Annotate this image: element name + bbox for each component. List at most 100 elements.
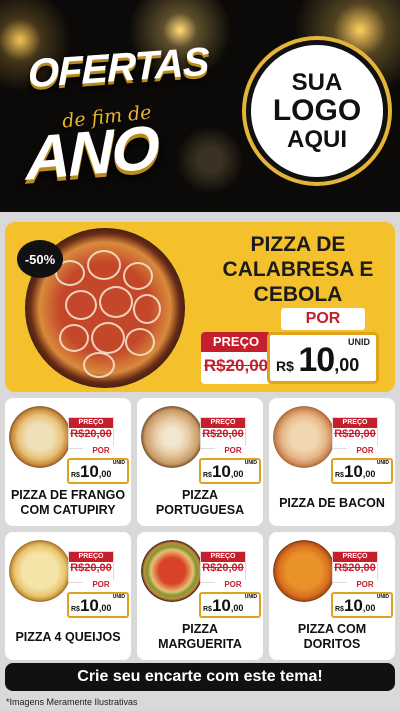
unit-label: UNID: [112, 460, 125, 466]
pizza-image: [273, 406, 335, 468]
price-integer: 10: [343, 462, 363, 481]
logo-placeholder[interactable]: SUA LOGO AQUI: [246, 40, 388, 182]
featured-title-line: PIZZA DE: [250, 233, 346, 256]
old-price: R$20,00: [70, 562, 112, 574]
product-card[interactable]: PREÇO R$20,00 POR UNID R$10,00 PIZZA 4 QUE…: [5, 532, 131, 660]
old-price-tag: PREÇO R$20,00: [201, 552, 245, 582]
logo-text-sua: SUA: [291, 69, 343, 97]
pizza-image: [141, 406, 203, 468]
product-name: PIZZA COM DORITOS: [271, 622, 393, 652]
title-ofertas: OFERTAS: [28, 39, 209, 97]
new-price: UNID R$10,00: [67, 592, 129, 618]
new-price-box: POR UNID R$ 10,00: [267, 308, 379, 386]
price-value: R$10,00: [335, 462, 375, 482]
product-name-line: PIZZA: [181, 622, 219, 636]
product-name-line: PIZZA DE BACON: [279, 496, 385, 510]
featured-title-line: CEBOLA: [253, 283, 343, 307]
price-value: R$10,00: [71, 462, 111, 482]
price-integer: 10: [298, 341, 335, 379]
product-card[interactable]: PREÇO R$20,00 POR UNID R$10,00 PIZZA MARGUE…: [137, 532, 263, 660]
title-ano: ANO: [26, 113, 158, 194]
preco-label: PREÇO: [333, 418, 377, 428]
old-price-tag: PREÇO R$20,00: [333, 552, 377, 582]
old-price: R$20,00: [334, 562, 376, 574]
price-integer: 10: [211, 462, 231, 481]
old-price: R$20,00: [202, 428, 244, 440]
discount-badge: -50%: [17, 240, 63, 278]
price-currency: R$: [71, 472, 80, 479]
old-price-tag: PREÇO R$20,00: [69, 418, 113, 448]
product-name-line: PIZZA COM: [297, 622, 367, 636]
price-cents: ,00: [230, 603, 244, 613]
price-currency: R$: [71, 606, 80, 613]
preco-label: PREÇO: [333, 552, 377, 562]
product-card[interactable]: PREÇO R$20,00 POR UNID R$10,00 PIZZA PORTUG…: [137, 398, 263, 526]
offers-title: OFERTAS de fim de ANO: [22, 40, 208, 194]
new-price: UNID R$10,00: [331, 458, 393, 484]
price-currency: R$: [203, 606, 212, 613]
unit-label: UNID: [244, 460, 257, 466]
unit-label: UNID: [376, 594, 389, 600]
product-name-line: DORITOS: [303, 637, 361, 651]
price-value: R$10,00: [203, 462, 243, 482]
pizza-image: [141, 540, 203, 602]
old-price-tag: PREÇO R$20,00: [201, 418, 245, 448]
price-cents: ,00: [362, 603, 376, 613]
preco-label: PREÇO: [201, 332, 271, 352]
old-price: R$20,00: [70, 428, 112, 440]
price-integer: 10: [79, 462, 99, 481]
preco-label: PREÇO: [69, 552, 113, 562]
unit-label: UNID: [376, 460, 389, 466]
featured-title: PIZZA DE CALABRESA E CEBOLA: [205, 232, 391, 308]
product-name: PIZZA 4 QUEIJOS: [7, 630, 129, 645]
product-card[interactable]: PREÇO R$20,00 POR UNID R$10,00 PIZZA COM DO…: [269, 532, 395, 660]
product-name-line: PIZZA: [181, 488, 219, 502]
price-cents: ,00: [98, 603, 112, 613]
product-name-line: PIZZA DE FRANGO: [10, 488, 126, 502]
product-name-line: PIZZA 4 QUEIJOS: [15, 630, 121, 644]
product-name-line: PORTUGUESA: [155, 503, 245, 517]
pizza-image: [9, 406, 71, 468]
product-name-line: COM CATUPIRY: [20, 503, 116, 517]
old-price-tag: PREÇO R$20,00: [201, 332, 271, 384]
header-banner: OFERTAS de fim de ANO SUA LOGO AQUI: [0, 0, 400, 212]
price-cents: ,00: [334, 355, 360, 375]
logo-text-aqui: AQUI: [287, 125, 347, 153]
product-name: PIZZA DE BACON: [271, 496, 393, 511]
product-card[interactable]: PREÇO R$20,00 POR UNID R$10,00 PIZZA DE FR…: [5, 398, 131, 526]
price-cents: ,00: [230, 469, 244, 479]
product-name: PIZZA MARGUERITA: [139, 622, 261, 652]
por-label: POR: [215, 446, 251, 456]
new-price: UNID R$10,00: [331, 592, 393, 618]
por-label: POR: [83, 446, 119, 456]
new-price: UNID R$10,00: [67, 458, 129, 484]
old-price-tag: PREÇO R$20,00: [69, 552, 113, 582]
create-flyer-button[interactable]: Crie seu encarte com este tema!: [5, 663, 395, 691]
preco-label: PREÇO: [69, 418, 113, 428]
price-currency: R$: [276, 358, 294, 374]
product-name: PIZZA PORTUGUESA: [139, 488, 261, 518]
price-value: R$ 10,00: [276, 341, 359, 380]
preco-label: PREÇO: [201, 552, 245, 562]
price-cents: ,00: [362, 469, 376, 479]
old-price: R$20,00: [203, 356, 269, 375]
old-price: R$20,00: [334, 428, 376, 440]
price-value: R$10,00: [71, 596, 111, 616]
por-label: POR: [83, 580, 119, 590]
featured-offer[interactable]: -50% PIZZA DE CALABRESA E CEBOLA PREÇO R…: [5, 222, 395, 392]
new-price: UNID R$ 10,00: [267, 332, 379, 384]
product-card[interactable]: PREÇO R$20,00 POR UNID R$10,00 PIZZA DE BA…: [269, 398, 395, 526]
price-value: R$10,00: [203, 596, 243, 616]
featured-title-line: CALABRESA E: [222, 258, 374, 282]
new-price: UNID R$10,00: [199, 458, 261, 484]
new-price: UNID R$10,00: [199, 592, 261, 618]
product-name: PIZZA DE FRANGO COM CATUPIRY: [7, 488, 129, 518]
old-price-tag: PREÇO R$20,00: [333, 418, 377, 448]
pizza-image: [273, 540, 335, 602]
product-name-line: MARGUERITA: [158, 637, 242, 651]
price-integer: 10: [211, 596, 231, 615]
price-value: R$10,00: [335, 596, 375, 616]
price-cents: ,00: [98, 469, 112, 479]
old-price: R$20,00: [202, 562, 244, 574]
unit-label: UNID: [112, 594, 125, 600]
